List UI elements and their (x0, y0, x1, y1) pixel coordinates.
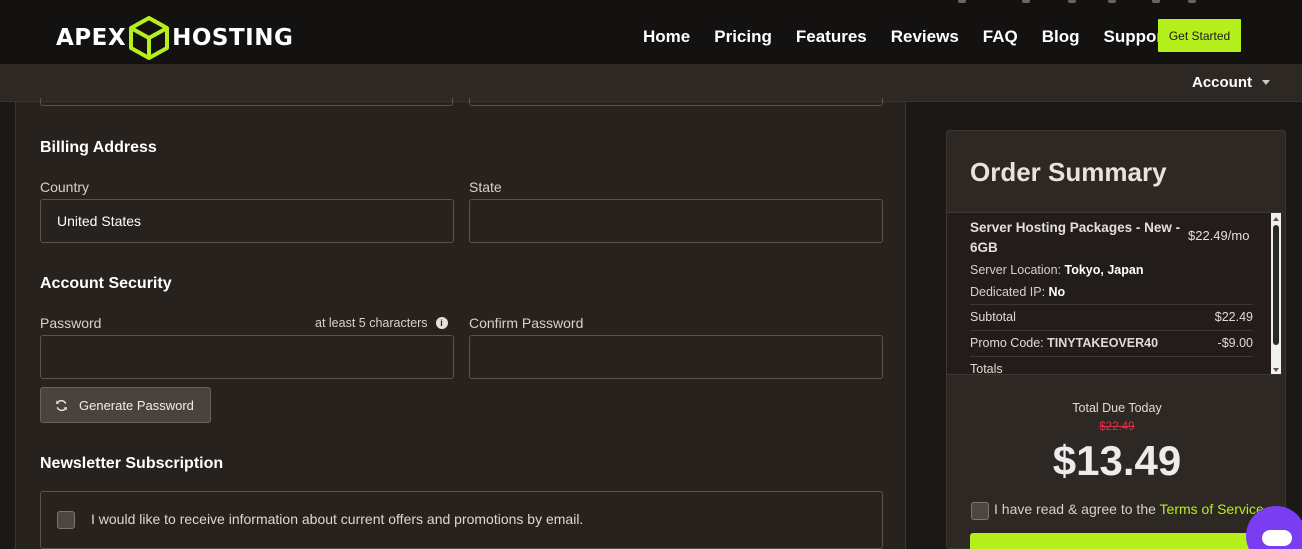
scroll-up-icon[interactable] (1273, 217, 1279, 221)
newsletter-checkbox[interactable] (57, 511, 75, 529)
newsletter-section-title: Newsletter Subscription (40, 455, 224, 472)
password-hint: at least 5 characters i (315, 316, 448, 330)
info-icon[interactable]: i (435, 317, 448, 329)
state-label: State (469, 179, 502, 195)
item-name: Server Hosting Packages - New - 6GB (970, 220, 1181, 255)
checkout-form: Billing Address Country United States St… (15, 98, 906, 549)
account-menu[interactable]: Account (1192, 74, 1270, 91)
generate-password-label: Generate Password (79, 397, 194, 413)
caret-down-icon (1262, 80, 1270, 85)
total-due-label: Total Due Today (1072, 401, 1162, 415)
dedicated-ip: Dedicated IP: No (970, 285, 1065, 299)
order-summary-panel: Order Summary Server Hosting Packages - … (946, 130, 1286, 549)
country-value: United States (57, 213, 142, 229)
subtotal-label: Subtotal (970, 310, 1016, 324)
newsletter-label: I would like to receive information abou… (91, 511, 584, 527)
generate-password-button[interactable]: Generate Password (40, 387, 211, 423)
billing-section-title: Billing Address (40, 139, 157, 156)
password-label: Password (40, 315, 102, 331)
total-due-price: $13.49 (1052, 437, 1182, 484)
nav-pricing[interactable]: Pricing (714, 27, 772, 47)
promo-discount: -$9.00 (1217, 336, 1253, 350)
order-summary-title: Order Summary (970, 157, 1167, 187)
chat-icon (1262, 530, 1292, 546)
refresh-icon (56, 399, 67, 411)
promo-row: Promo Code: TINYTAKEOVER40 -$9.00 (970, 336, 1253, 350)
divider (970, 304, 1253, 305)
subtotal-row: Subtotal $22.49 (970, 310, 1253, 324)
nav-faq[interactable]: FAQ (983, 27, 1018, 47)
brand-logo[interactable]: APEX HOSTING (56, 16, 293, 60)
previous-field-left[interactable] (40, 98, 453, 106)
password-input[interactable] (40, 335, 454, 379)
account-label: Account (1192, 74, 1252, 91)
state-input[interactable] (469, 199, 883, 243)
totals-row: Totals (970, 362, 1253, 375)
newsletter-option: I would like to receive information abou… (40, 491, 883, 549)
confirm-password-label: Confirm Password (469, 315, 584, 331)
order-items-scrollbar[interactable] (1271, 213, 1281, 374)
divider (970, 356, 1253, 357)
top-navigation: APEX HOSTING Home Pricing Features Revie… (0, 0, 1302, 64)
country-label: Country (40, 179, 90, 195)
subtotal-value: $22.49 (1214, 310, 1253, 324)
security-section-title: Account Security (40, 275, 172, 292)
server-location: Server Location: Tokyo, Japan (970, 263, 1143, 277)
totals-label: Totals (970, 362, 1003, 375)
promo-label: Promo Code: TINYTAKEOVER40 (970, 336, 1158, 350)
item-price: $22.49/mo (1188, 228, 1250, 243)
secondary-bar: Account (0, 64, 1302, 102)
scroll-thumb[interactable] (1273, 225, 1279, 345)
nav-features[interactable]: Features (796, 27, 867, 47)
cube-icon (129, 16, 170, 60)
logo-text-hosting: HOSTING (172, 25, 294, 51)
server-location-label: Server Location: (970, 263, 1062, 277)
logo-text-apex: APEX (56, 25, 127, 51)
server-location-value: Tokyo, Japan (1064, 263, 1144, 277)
promo-code-value: TINYTAKEOVER40 (1047, 336, 1159, 350)
main-nav: Home Pricing Features Reviews FAQ Blog S… (643, 27, 1183, 47)
terms-of-service-link[interactable]: Terms of Service (1160, 501, 1264, 517)
original-price: $22.49 (1099, 421, 1135, 433)
tos-text: I have read & agree to the (994, 501, 1156, 517)
dedicated-ip-label: Dedicated IP: (970, 285, 1046, 299)
checkout-button[interactable] (970, 533, 1266, 549)
get-started-button[interactable]: Get Started (1158, 19, 1241, 52)
nav-home[interactable]: Home (643, 27, 690, 47)
country-select[interactable]: United States (40, 199, 454, 243)
order-items-list: Server Hosting Packages - New - 6GB $22.… (947, 212, 1281, 375)
previous-field-right[interactable] (469, 98, 883, 106)
promo-code-label: Promo Code: (970, 336, 1044, 350)
tos-checkbox[interactable] (971, 502, 989, 520)
password-hint-text: at least 5 characters (315, 316, 428, 330)
nav-blog[interactable]: Blog (1042, 27, 1080, 47)
confirm-password-input[interactable] (469, 335, 883, 379)
tos-agreement: I have read & agree to the Terms of Serv… (994, 501, 1264, 517)
nav-reviews[interactable]: Reviews (891, 27, 959, 47)
dedicated-ip-value: No (1048, 285, 1066, 299)
divider (970, 330, 1253, 331)
scroll-down-icon[interactable] (1273, 368, 1279, 372)
